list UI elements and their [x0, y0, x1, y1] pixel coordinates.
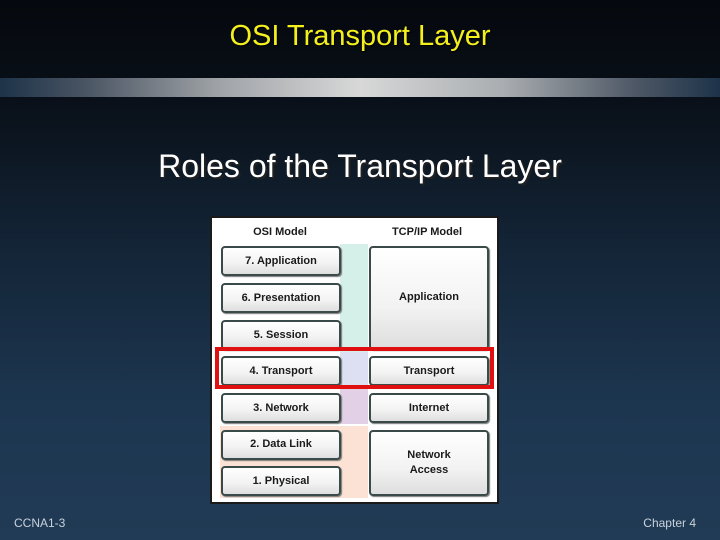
transport-layer-highlight	[215, 347, 494, 389]
osi-layer-presentation: 6. Presentation	[221, 283, 341, 313]
slide-title: OSI Transport Layer	[229, 20, 491, 52]
application-group-strip	[340, 244, 368, 352]
footer-chapter-label: Chapter 4	[643, 516, 696, 530]
slide-subtitle: Roles of the Transport Layer	[158, 148, 562, 184]
osi-tcpip-comparison-diagram: OSI Model TCP/IP Model 7. Application 6.…	[210, 216, 499, 504]
osi-layer-session: 5. Session	[221, 320, 341, 350]
tcpip-layer-internet: Internet	[369, 393, 489, 423]
osi-layer-network: 3. Network	[221, 393, 341, 423]
tcpip-layer-application: Application	[369, 246, 489, 350]
footer-course-label: CCNA1-3	[14, 516, 66, 530]
tcpip-model-header: TCP/IP Model	[391, 226, 463, 238]
osi-layer-application: 7. Application	[221, 246, 341, 276]
osi-model-header: OSI Model	[253, 226, 307, 238]
internet-group-strip	[340, 388, 368, 424]
title-divider-bar	[0, 78, 720, 97]
network-access-group-strip	[340, 426, 368, 498]
osi-layer-data-link: 2. Data Link	[221, 430, 341, 460]
osi-layer-physical: 1. Physical	[221, 466, 341, 496]
tcpip-layer-network-access: Network Access	[369, 430, 489, 496]
